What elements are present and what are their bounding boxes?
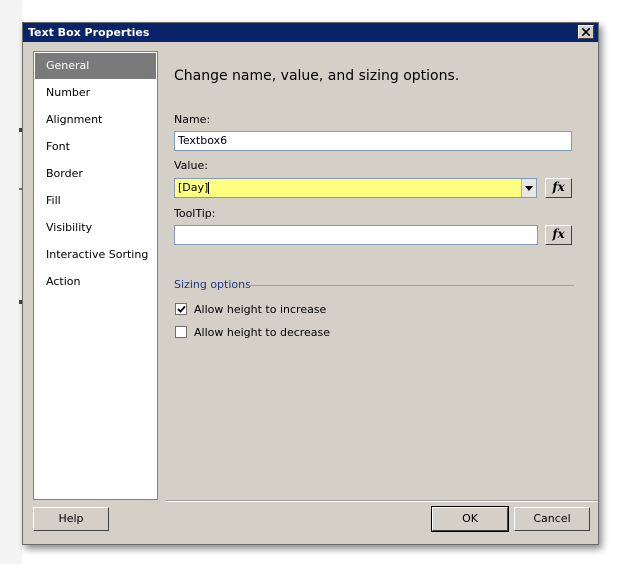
ok-button[interactable]: OK	[431, 506, 509, 532]
nav-item-visibility[interactable]: Visibility	[35, 215, 156, 241]
category-list[interactable]: General Number Alignment Font Border Fil…	[33, 51, 158, 500]
cancel-button[interactable]: Cancel	[514, 507, 590, 531]
close-icon	[582, 28, 590, 36]
name-input[interactable]: Textbox6	[174, 131, 572, 151]
page-heading: Change name, value, and sizing options.	[174, 68, 460, 84]
nav-item-fill[interactable]: Fill	[35, 188, 156, 214]
tooltip-expression-button[interactable]: fx	[545, 225, 572, 245]
allow-height-increase-label[interactable]: Allow height to increase	[194, 303, 326, 316]
nav-item-border[interactable]: Border	[35, 161, 156, 187]
value-expression-button[interactable]: fx	[545, 178, 572, 198]
value-dropdown-button[interactable]	[521, 179, 536, 197]
close-button[interactable]	[578, 25, 594, 39]
allow-height-decrease-checkbox[interactable]	[175, 326, 187, 338]
nav-item-number[interactable]: Number	[35, 80, 156, 106]
name-label: Name:	[174, 113, 211, 126]
value-text: [Day]	[178, 181, 209, 194]
nav-item-font[interactable]: Font	[35, 134, 156, 160]
allow-height-decrease-label[interactable]: Allow height to decrease	[194, 326, 330, 339]
background-window	[0, 0, 22, 564]
checkmark-icon	[177, 305, 186, 313]
nav-item-alignment[interactable]: Alignment	[35, 107, 156, 133]
nav-item-general[interactable]: General	[35, 53, 156, 79]
tooltip-input[interactable]	[174, 225, 538, 245]
text-cursor	[208, 182, 210, 194]
help-button[interactable]: Help	[33, 507, 109, 531]
section-divider	[249, 285, 574, 286]
value-label: Value:	[174, 159, 208, 172]
nav-item-interactive-sorting[interactable]: Interactive Sorting	[35, 242, 156, 268]
value-combobox[interactable]: [Day]	[174, 178, 537, 198]
allow-height-increase-checkbox[interactable]	[175, 303, 187, 315]
title-bar[interactable]: Text Box Properties	[23, 23, 598, 42]
nav-item-action[interactable]: Action	[35, 269, 156, 295]
text-box-properties-dialog: Text Box Properties General Number Align…	[22, 22, 599, 545]
tooltip-label: ToolTip:	[174, 207, 216, 220]
footer-divider	[165, 500, 598, 502]
dialog-title: Text Box Properties	[28, 26, 150, 39]
chevron-down-icon	[525, 186, 533, 191]
sizing-options-title: Sizing options	[174, 278, 251, 291]
